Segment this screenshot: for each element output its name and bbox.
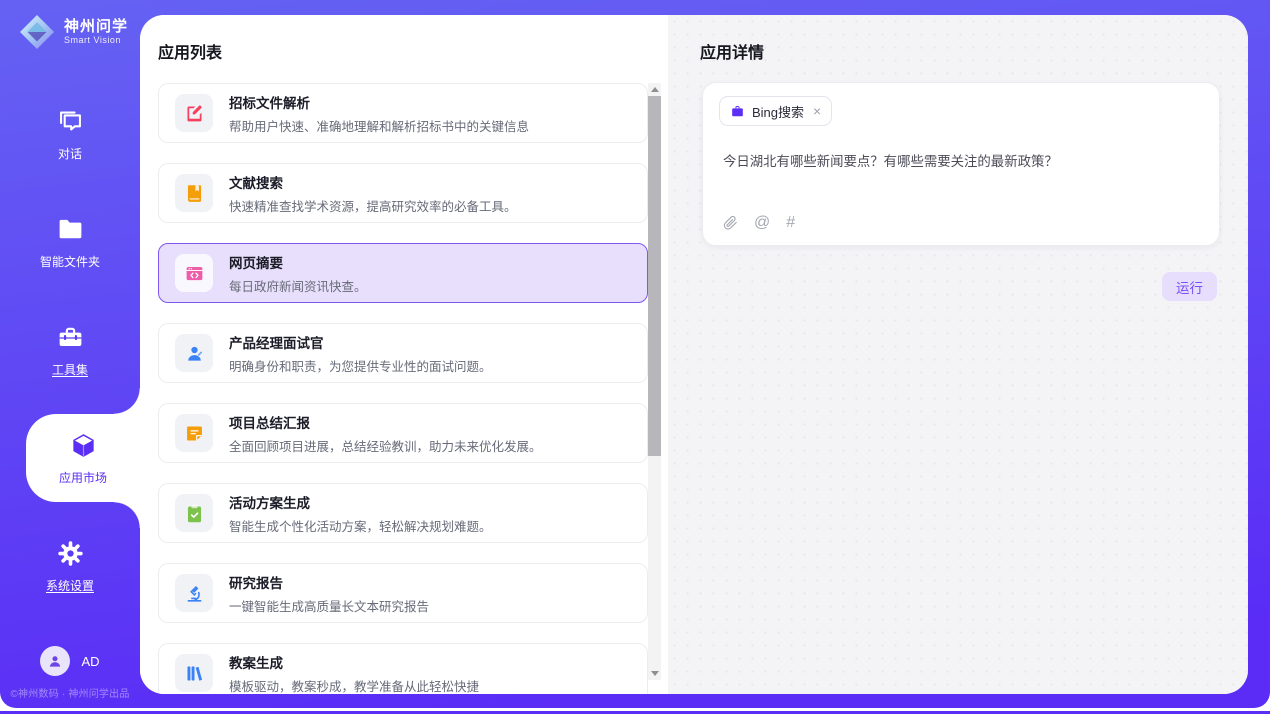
app-name: 网页摘要: [229, 252, 367, 272]
sidebar-item-gear[interactable]: 系统设置: [0, 512, 140, 620]
app-description: 快速精准查找学术资源，提高研究效率的必备工具。: [229, 196, 517, 215]
toolbox-icon: [56, 323, 85, 352]
app-card[interactable]: 网页摘要 每日政府新闻资讯快查。: [158, 243, 648, 303]
brand-diamond-icon: [18, 13, 56, 51]
edit-doc-icon: [175, 94, 213, 132]
close-icon[interactable]: ×: [813, 104, 821, 118]
app-name: 研究报告: [229, 572, 429, 592]
app-name: 产品经理面试官: [229, 332, 492, 352]
app-card[interactable]: 研究报告 一键智能生成高质量长文本研究报告: [158, 563, 648, 623]
app-card[interactable]: 文献搜索 快速精准查找学术资源，提高研究效率的必备工具。: [158, 163, 648, 223]
tool-tag-label: Bing搜索: [752, 102, 804, 121]
hash-icon[interactable]: #: [786, 215, 795, 231]
app-description: 帮助用户快速、准确地理解和解析招标书中的关键信息: [229, 116, 529, 135]
tool-tag-bing-search[interactable]: Bing搜索 ×: [719, 96, 832, 126]
scroll-down-arrow-icon[interactable]: [648, 667, 661, 680]
note-icon: [175, 414, 213, 452]
nav-label: 系统设置: [46, 577, 94, 594]
app-detail-panel: 应用详情 Bing搜索 × 今日湖北有哪些新闻要点？有哪些需要关注的最新政策？ …: [668, 15, 1248, 694]
app-name: 招标文件解析: [229, 92, 529, 112]
user-name: AD: [81, 654, 99, 669]
chat-icon: [56, 107, 85, 136]
scrollbar-thumb[interactable]: [648, 96, 661, 456]
app-card[interactable]: 活动方案生成 智能生成个性化活动方案，轻松解决规划难题。: [158, 483, 648, 543]
gear-icon: [56, 539, 85, 568]
nav-label: 工具集: [52, 361, 88, 378]
sidebar-item-cube[interactable]: 应用市场: [26, 414, 140, 502]
clipboard-check-icon: [175, 494, 213, 532]
briefcase-icon: [730, 104, 745, 119]
logo-subtitle: Smart Vision: [64, 35, 128, 45]
app-list-panel: 应用列表 招标文件解析 帮助用户快速、准确地理解和解析招标书中的关键信息 文献搜…: [140, 15, 668, 694]
microscope-icon: [175, 574, 213, 612]
sidebar-item-chat[interactable]: 对话: [0, 80, 140, 188]
app-window: 神州问学 Smart Vision 对话 智能文件夹 工具集 应用市场 系统设置…: [0, 0, 1270, 714]
app-description: 全面回顾项目进展，总结经验教训，助力未来优化发展。: [229, 436, 542, 455]
purple-frame: 神州问学 Smart Vision 对话 智能文件夹 工具集 应用市场 系统设置…: [0, 0, 1270, 708]
app-card-list: 招标文件解析 帮助用户快速、准确地理解和解析招标书中的关键信息 文献搜索 快速精…: [158, 83, 648, 694]
nav-label: 智能文件夹: [40, 253, 100, 270]
query-text[interactable]: 今日湖北有哪些新闻要点？有哪些需要关注的最新政策？: [723, 152, 1199, 172]
user-account[interactable]: AD: [0, 646, 140, 676]
cube-icon: [69, 431, 98, 460]
sidebar-item-folder[interactable]: 智能文件夹: [0, 188, 140, 296]
nav-label: 对话: [58, 145, 82, 162]
app-card[interactable]: 教案生成 模板驱动，教案秒成，教学准备从此轻松快捷: [158, 643, 648, 694]
app-detail-title: 应用详情: [700, 39, 764, 63]
app-list-title: 应用列表: [158, 39, 222, 63]
app-name: 文献搜索: [229, 172, 517, 192]
app-description: 明确身份和职责，为您提供专业性的面试问题。: [229, 356, 492, 375]
scrollbar[interactable]: [648, 83, 661, 680]
app-name: 教案生成: [229, 652, 479, 672]
sidebar: 神州问学 Smart Vision 对话 智能文件夹 工具集 应用市场 系统设置…: [0, 0, 140, 708]
app-card[interactable]: 产品经理面试官 明确身份和职责，为您提供专业性的面试问题。: [158, 323, 648, 383]
composer-toolbar: @#: [722, 215, 795, 231]
app-description: 智能生成个性化活动方案，轻松解决规划难题。: [229, 516, 492, 535]
scroll-up-arrow-icon[interactable]: [648, 83, 661, 96]
folder-icon: [56, 215, 85, 244]
paperclip-icon[interactable]: [722, 215, 738, 231]
nav-label: 应用市场: [59, 469, 107, 486]
app-name: 活动方案生成: [229, 492, 492, 512]
book-icon: [175, 174, 213, 212]
app-description: 每日政府新闻资讯快查。: [229, 276, 367, 295]
copyright-text: ©神州数码 · 神州问学出品: [0, 685, 140, 700]
logo-title: 神州问学: [64, 18, 128, 35]
app-card[interactable]: 招标文件解析 帮助用户快速、准确地理解和解析招标书中的关键信息: [158, 83, 648, 143]
books-icon: [175, 654, 213, 692]
content-area: 应用列表 招标文件解析 帮助用户快速、准确地理解和解析招标书中的关键信息 文献搜…: [140, 15, 1248, 694]
mention-icon[interactable]: @: [754, 215, 770, 231]
avatar-person-icon: [40, 646, 70, 676]
webpage-icon: [175, 254, 213, 292]
logo: 神州问学 Smart Vision: [18, 13, 128, 51]
sidebar-nav: 对话 智能文件夹 工具集 应用市场 系统设置: [0, 80, 140, 620]
app-description: 一键智能生成高质量长文本研究报告: [229, 596, 429, 615]
query-composer: Bing搜索 × 今日湖北有哪些新闻要点？有哪些需要关注的最新政策？ @#: [702, 82, 1220, 246]
run-button[interactable]: 运行: [1162, 272, 1217, 301]
app-name: 项目总结汇报: [229, 412, 542, 432]
app-card[interactable]: 项目总结汇报 全面回顾项目进展，总结经验教训，助力未来优化发展。: [158, 403, 648, 463]
app-description: 模板驱动，教案秒成，教学准备从此轻松快捷: [229, 676, 479, 695]
interviewer-icon: [175, 334, 213, 372]
